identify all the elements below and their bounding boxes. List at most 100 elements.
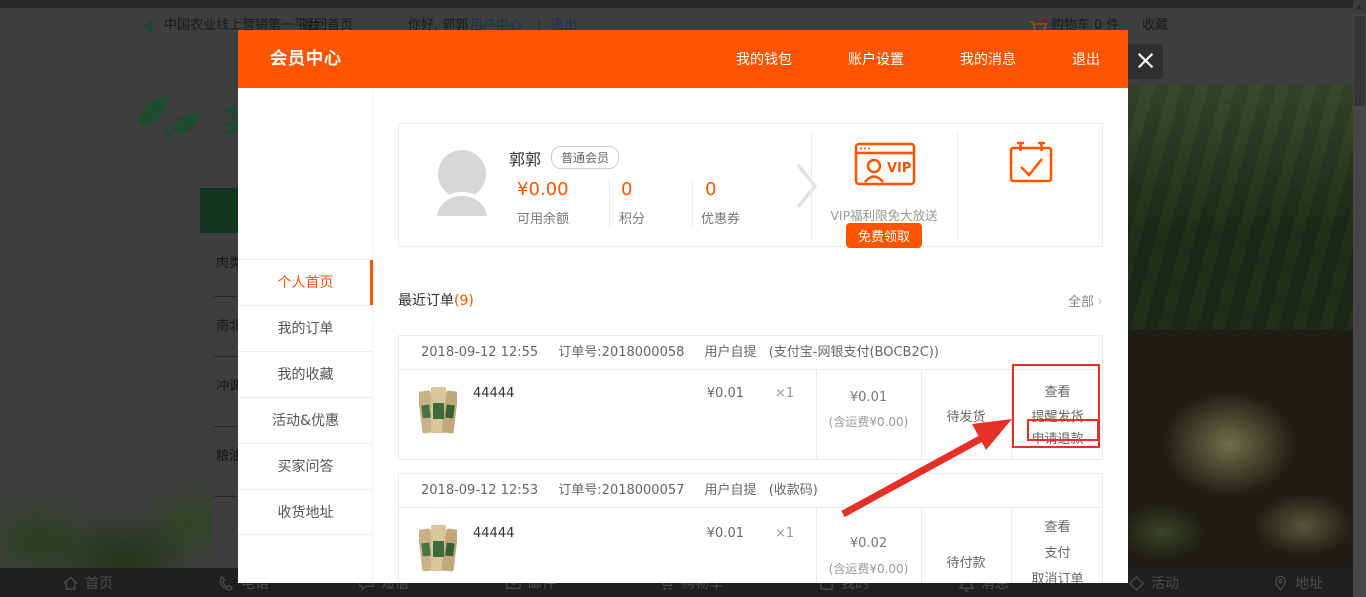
pin-icon [1272, 575, 1289, 592]
order-number: 订单号:2018000057 [558, 483, 684, 498]
footer-item-activity[interactable]: 活动 [1128, 573, 1179, 593]
order-card-2018000057: 2018-09-12 12:53 订单号:2018000057 用户自提 (收款… [398, 473, 1103, 583]
footer-item-home[interactable]: 首页 [62, 573, 113, 593]
category-item: 南北 [216, 315, 238, 334]
category-divider [214, 496, 238, 497]
sidebar-item-label: 我的收藏 [278, 367, 334, 383]
up-arrow-icon [1356, 5, 1362, 9]
site-logo-text: 某 [224, 96, 238, 140]
tea-set-photo [1128, 330, 1353, 568]
phone-icon [218, 575, 235, 592]
scrollbar-thumb[interactable] [1354, 16, 1365, 106]
product-name: 44444 [473, 386, 514, 401]
quantity: ×1 [775, 526, 794, 541]
action-request-refund[interactable]: 申请退款 [1011, 428, 1104, 447]
sidebar-item-shipping-address[interactable]: 收货地址 [238, 489, 373, 535]
quantity: ×1 [775, 386, 794, 401]
sidebar-item-buyer-qa[interactable]: 买家问答 [238, 443, 373, 489]
unit-price: ¥0.01 [684, 386, 744, 401]
sidebar-item-my-orders[interactable]: 我的订单 [238, 305, 373, 351]
modal-nav: 我的钱包 账户设置 我的消息 退出 [736, 30, 1100, 88]
order-delivery: 用户自提 [705, 483, 757, 498]
window-top-strip [0, 0, 1366, 8]
footer-label: 活动 [1151, 573, 1179, 593]
sidebar-item-label: 活动&优惠 [272, 413, 339, 429]
user-summary-card: 郭郭 普通会员 ¥0.00 可用余额 0 积分 0 优惠券 [398, 123, 1103, 247]
order-header: 2018-09-12 12:55 订单号:2018000058 用户自提 (支付… [399, 336, 1102, 370]
order-body: 44444 ¥0.01 ×1 ¥0.02 (含运费¥0.00) 待付款 查看 支… [399, 508, 1102, 583]
recent-orders-title: 最近订单(9) [398, 290, 474, 310]
nav-account-settings[interactable]: 账户设置 [848, 49, 904, 69]
balance-value: ¥0.00 [517, 179, 569, 200]
balance-label: 可用余额 [517, 208, 569, 227]
nav-my-wallet[interactable]: 我的钱包 [736, 49, 792, 69]
home-icon [62, 575, 79, 592]
stat-divider [692, 179, 693, 229]
category-nav: 肉类 南北 冲调 粮油 [200, 233, 238, 523]
order-total: ¥0.01 [816, 390, 921, 405]
site-logo-leaves [132, 92, 212, 142]
order-total: ¥0.02 [816, 536, 921, 551]
order-date: 2018-09-12 12:53 [421, 483, 538, 498]
tea-field-photo [1128, 85, 1353, 330]
sidebar-item-activities-deals[interactable]: 活动&优惠 [238, 397, 373, 443]
chevron-right-icon: › [1097, 292, 1103, 310]
category-nav-header [200, 188, 238, 233]
calendar-check-icon[interactable] [1007, 139, 1055, 185]
modal-close-button[interactable]: × [1128, 44, 1163, 79]
sidebar-item-label: 买家问答 [278, 459, 334, 475]
page: 中国农业线上营销第一平台 返回首页 你好, 郭郭 用户中心 | 退出 购物车 0… [0, 0, 1366, 597]
footer-label: 首页 [85, 573, 113, 593]
product-thumbnail[interactable] [419, 521, 457, 575]
modal-content: 郭郭 普通会员 ¥0.00 可用余额 0 积分 0 优惠券 [373, 88, 1128, 583]
coupons-label: 优惠券 [701, 208, 740, 227]
claim-free-button[interactable]: 免费领取 [846, 223, 922, 248]
nav-my-messages[interactable]: 我的消息 [960, 49, 1016, 69]
sidebar-item-personal-home[interactable]: 个人首页 [238, 259, 373, 305]
view-all-link[interactable]: 全部› [1068, 291, 1103, 310]
action-cancel-order[interactable]: 取消订单 [1011, 568, 1104, 583]
order-payment: (支付宝-网银支付(BOCB2C)) [769, 345, 939, 360]
coupons-value: 0 [705, 179, 716, 200]
modal-sidebar: 个人首页 我的订单 我的收藏 活动&优惠 买家问答 收货地址 [238, 88, 373, 583]
category-item: 冲调 [216, 375, 238, 394]
recent-orders-title-text: 最近订单 [398, 293, 454, 309]
scrollbar-up-button[interactable] [1353, 0, 1366, 14]
favorites-link[interactable]: 收藏 [1142, 16, 1168, 36]
shipping-note: (含运费¥0.00) [816, 413, 921, 430]
sidebar-item-label: 个人首页 [278, 275, 334, 291]
footer-item-address[interactable]: 地址 [1272, 573, 1323, 593]
order-date: 2018-09-12 12:55 [421, 345, 538, 360]
sidebar-item-label: 收货地址 [278, 505, 334, 521]
vip-promo-cell: VIP VIP福利限免大放送 免费领取 [811, 124, 957, 248]
orders-count: (9) [454, 293, 474, 309]
member-level-badge: 普通会员 [551, 146, 619, 169]
sidebar-item-my-favorites[interactable]: 我的收藏 [238, 351, 373, 397]
order-header: 2018-09-12 12:53 订单号:2018000057 用户自提 (收款… [399, 474, 1102, 508]
action-view[interactable]: 查看 [1011, 381, 1104, 400]
vip-icon: VIP [854, 140, 916, 188]
action-pay[interactable]: 支付 [1011, 542, 1104, 561]
product-thumbnail[interactable] [419, 383, 457, 437]
tag-icon [1128, 575, 1145, 592]
order-status: 待发货 [921, 406, 1011, 425]
footer-label: 地址 [1295, 573, 1323, 593]
order-card-2018000058: 2018-09-12 12:55 订单号:2018000058 用户自提 (支付… [398, 335, 1103, 460]
category-item: 肉类 [216, 252, 238, 271]
cell-divider [921, 508, 922, 583]
category-divider [214, 426, 238, 427]
sidebar-menu: 个人首页 我的订单 我的收藏 活动&优惠 买家问答 收货地址 [238, 259, 373, 535]
tea-plants-photo [0, 415, 212, 568]
action-remind-shipment[interactable]: 提醒发货 [1011, 406, 1104, 425]
modal-title: 会员中心 [270, 30, 342, 88]
shipping-note: (含运费¥0.00) [816, 560, 921, 577]
order-payment: (收款码) [769, 483, 818, 498]
view-all-text: 全部 [1068, 295, 1094, 310]
action-view[interactable]: 查看 [1011, 516, 1104, 535]
order-delivery: 用户自提 [705, 345, 757, 360]
modal-header: 会员中心 我的钱包 账户设置 我的消息 退出 [238, 30, 1128, 88]
sidebar-item-label: 我的订单 [278, 321, 334, 337]
points-label: 积分 [619, 208, 645, 227]
vip-promo-text: VIP福利限免大放送 [811, 205, 957, 224]
nav-logout[interactable]: 退出 [1072, 49, 1100, 69]
